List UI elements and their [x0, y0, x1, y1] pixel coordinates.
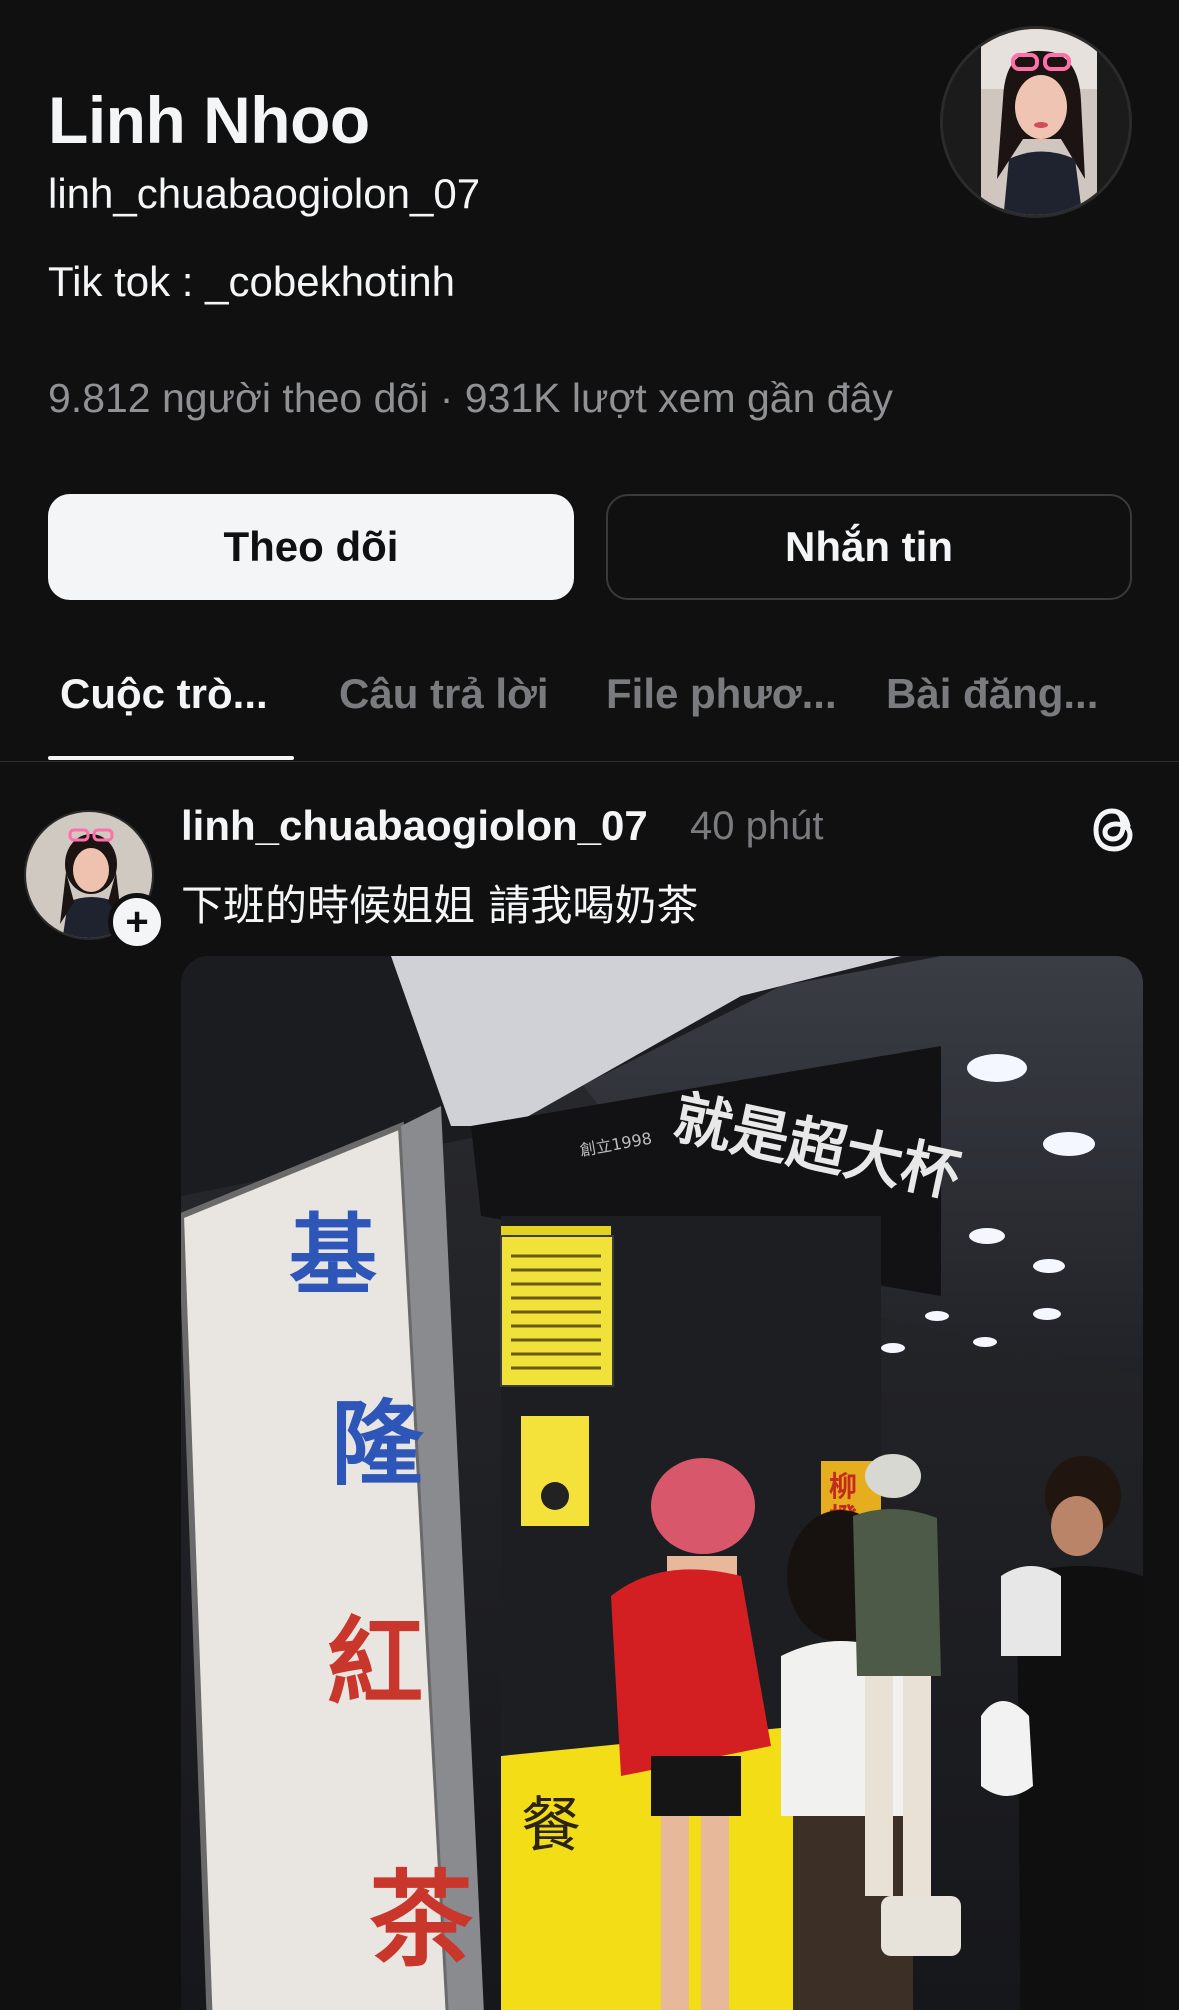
sign-char-2: 隆: [331, 1391, 424, 1498]
profile-tabs: Cuộc trò... Câu trả lời File phươ... Bài…: [0, 640, 1179, 762]
post-author-username[interactable]: linh_chuabaogiolon_07: [181, 802, 648, 850]
post-photo-scene: 就是超大杯 創立1998 餐 柳橙汁 基: [181, 956, 1143, 2010]
tab-reposts[interactable]: Bài đăng...: [886, 670, 1098, 718]
post-caption: 下班的時候姐姐 請我喝奶茶: [181, 881, 699, 930]
profile-avatar-image: [943, 29, 1129, 215]
tab-media[interactable]: File phươ...: [606, 670, 837, 718]
profile-display-name: Linh Nhoo: [48, 83, 370, 157]
profile-stats[interactable]: 9.812 người theo dõi · 931K lượt xem gần…: [48, 375, 893, 422]
tab-conversations[interactable]: Cuộc trò...: [60, 670, 268, 718]
message-button[interactable]: Nhắn tin: [606, 494, 1132, 600]
profile-page: Linh Nhoo linh_chuabaogiolon_07 Tik tok …: [0, 0, 1179, 2010]
active-tab-indicator: [48, 756, 294, 760]
follow-button[interactable]: Theo dõi: [48, 494, 574, 600]
tab-replies[interactable]: Câu trả lời: [339, 670, 549, 718]
plus-icon: +: [125, 900, 149, 944]
sign-char-3: 紅: [327, 1607, 423, 1719]
tabs-divider: [0, 761, 1179, 762]
sign-char-1: 基: [289, 1204, 377, 1307]
sign-char-4: 茶: [369, 1859, 474, 1981]
profile-username: linh_chuabaogiolon_07: [48, 170, 481, 217]
profile-bio[interactable]: Tik tok : _cobekhotinh: [48, 258, 455, 306]
post-photo[interactable]: 就是超大杯 創立1998 餐 柳橙汁 基: [181, 956, 1143, 2010]
profile-avatar[interactable]: [940, 26, 1132, 218]
threads-icon: [1090, 802, 1142, 858]
follow-plus-badge[interactable]: +: [108, 893, 166, 951]
post-timestamp: 40 phút: [690, 804, 824, 848]
counter-sign-text: 餐: [521, 1791, 581, 1861]
